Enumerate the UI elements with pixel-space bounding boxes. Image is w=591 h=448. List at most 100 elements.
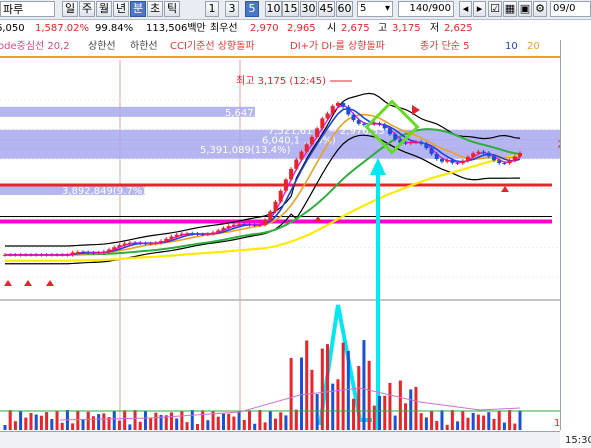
chevron-down-icon: ▾ [384,3,390,14]
period-button-4[interactable]: 분 [130,1,146,17]
volume-bar [372,405,376,430]
price-scale[interactable] [560,40,591,430]
interval-button-45[interactable]: 45 [318,1,335,17]
low-label: 저 [430,23,440,34]
candle-body [424,143,429,149]
volume-bar [284,415,288,430]
candle-body [23,254,28,256]
interval-button-60[interactable]: 60 [336,1,353,17]
save-icon[interactable]: ▣ [518,1,532,17]
legend-di-signal[interactable]: DI+가 DI-를 상향돌파 [290,37,385,57]
candle-body [403,142,408,144]
price-volume-chart[interactable]: 5,647,974(14.0%)7,521,61 ... ~ 2,976,336… [0,0,591,447]
interval-button-3[interactable]: 3 [225,1,239,17]
volume-bar [55,410,59,430]
period-button-3[interactable]: 년 [113,1,129,17]
date-field[interactable]: 09/0 [550,1,591,17]
count-field[interactable]: 140/900 [398,1,454,17]
candle-body [75,251,80,253]
candle-body [393,134,398,140]
candle-body [122,243,127,246]
volume-bar [263,422,267,430]
candle-body [107,249,112,252]
candle-body [247,224,252,226]
candle-body [408,142,413,144]
candle-body [497,160,502,164]
legend-ma10[interactable]: 10 [505,37,518,57]
interval-button-10[interactable]: 10 [265,1,282,17]
candle-body [382,124,387,129]
interval-button-5[interactable]: 5 [245,1,259,17]
volume-bar [128,424,132,430]
quote-info-bar: 6,050 1,587.02% 99.84% 113,506백만 최우선 2,9… [0,20,591,37]
candle-body [216,230,221,233]
volume-bar [201,410,205,430]
arrow-right-icon[interactable]: ▸ [473,1,486,17]
volume-bar [39,415,43,430]
interval-button-15[interactable]: 15 [282,1,299,17]
volume-bar [409,389,413,430]
period-button-1[interactable]: 주 [79,1,95,17]
candle-body [60,254,65,256]
candle-body [387,128,392,135]
legend-lower-band[interactable]: 하한선 [130,37,158,57]
volume-bar [305,340,309,430]
period-button-2[interactable]: 월 [96,1,112,17]
volume-bar [424,417,428,430]
volume-bar [71,423,75,430]
high-label: 고 [378,23,388,34]
candle-body [143,243,148,245]
candle-body [450,159,455,163]
buy-signal-arrow-icon [4,280,12,286]
period-button-0[interactable]: 일 [62,1,78,17]
settings-icon[interactable]: ⚙ [533,1,547,17]
interval-select[interactable]: 5 ▾ [357,1,393,17]
legend-cci-signal[interactable]: CCI기준선 상향돌파 [170,37,255,57]
candle-body [330,105,335,114]
candle-body [86,252,91,254]
candle-body [127,242,132,244]
candle-body [96,252,101,254]
legend-ma5[interactable]: 종가 단순 5 [420,37,470,57]
interval-button-30[interactable]: 30 [300,1,317,17]
interval-button-1[interactable]: 1 [205,1,219,17]
trade-amount: 113,506백만 [146,23,206,34]
legend-bollinger-center[interactable]: ode중심선 20,2 [0,37,70,57]
candle-body [465,156,470,161]
volume-bar [221,413,225,430]
candle-body [481,151,486,153]
period-button-5[interactable]: 초 [147,1,163,17]
candle-body [13,254,18,256]
candle-body [55,254,60,256]
candle-body [268,211,273,220]
legend-upper-band[interactable]: 상한선 [88,37,116,57]
legend-ma20[interactable]: 20 [527,37,540,57]
volume-bar [482,415,486,430]
candle-body [419,141,424,144]
volume-bar [357,366,361,430]
volume-bar [404,403,408,430]
volume-bar [13,421,17,430]
period-button-6[interactable]: 틱 [164,1,180,17]
grid-icon[interactable]: ▦ [503,1,517,17]
checkbox-icon[interactable]: ☑ [488,1,502,17]
volume-bar [138,421,142,430]
candle-body [242,224,247,226]
volume-bar [326,344,330,430]
stock-name-field[interactable]: 파루 [0,1,55,17]
candle-body [226,226,231,229]
candle-body [190,233,195,235]
volume-bar [346,350,350,430]
candle-body [309,136,314,145]
candle-body [159,241,164,243]
volume-bar [24,417,28,430]
candle-body [153,242,158,244]
volume-bar [190,410,194,430]
arrow-left-icon[interactable]: ◂ [459,1,472,17]
volume-bar [50,419,54,430]
candle-body [320,118,325,129]
volume-bar [461,411,465,430]
candle-body [518,152,522,157]
candle-body [117,245,122,248]
candle-body [512,156,517,161]
